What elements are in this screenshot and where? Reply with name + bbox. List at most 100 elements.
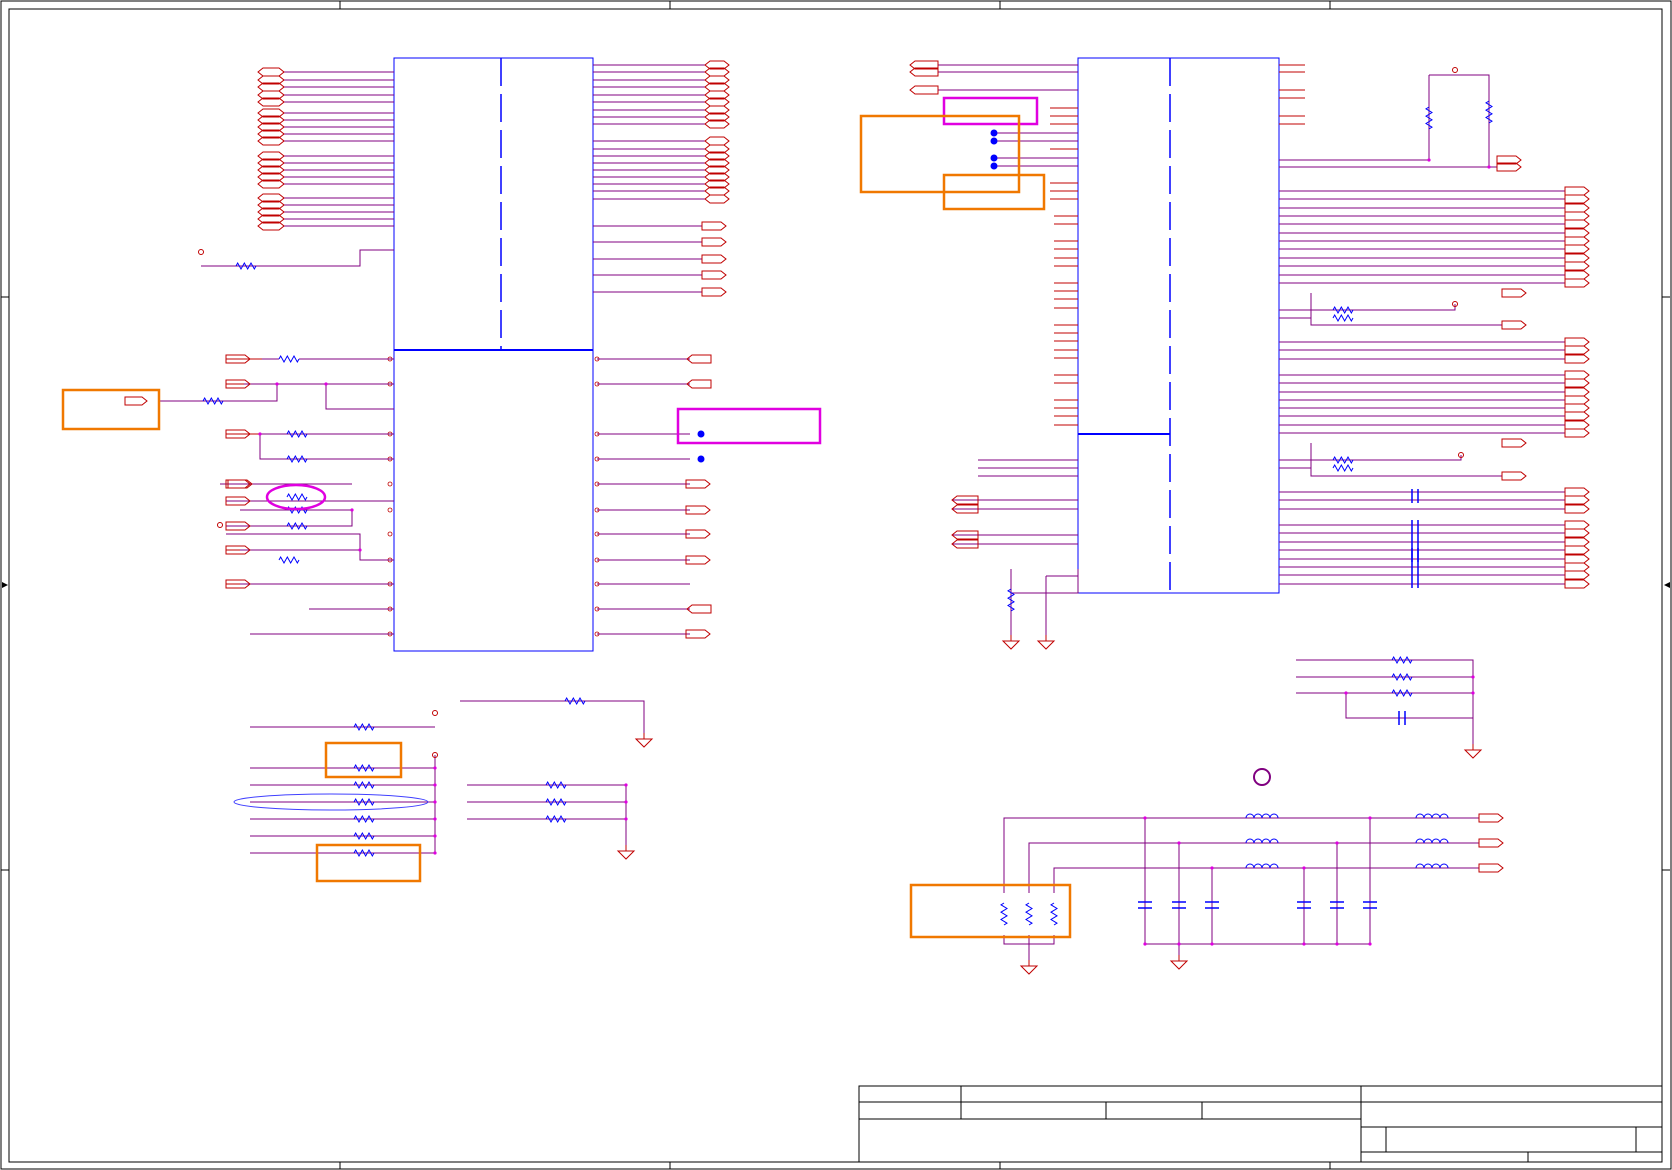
net-port[interactable] (1564, 554, 1590, 564)
net-port[interactable] (1564, 270, 1590, 280)
resistor[interactable] (1391, 688, 1413, 698)
net-port[interactable] (1564, 411, 1590, 421)
net-port[interactable] (1564, 579, 1590, 589)
net-port[interactable] (1564, 537, 1590, 547)
net-port[interactable] (1564, 403, 1590, 413)
inductor[interactable] (1415, 863, 1449, 869)
resistor[interactable] (1391, 672, 1413, 682)
net-port[interactable] (1564, 354, 1590, 364)
resistor[interactable] (1332, 455, 1354, 465)
net-port[interactable] (1564, 253, 1590, 263)
resistor[interactable] (1391, 655, 1413, 665)
net-port[interactable] (1564, 395, 1590, 405)
net-port[interactable] (1564, 370, 1590, 380)
resistor[interactable] (278, 555, 300, 565)
net-port[interactable] (1501, 320, 1527, 330)
resistor[interactable] (202, 396, 224, 406)
resistor[interactable] (353, 848, 375, 858)
resistor[interactable] (1332, 305, 1354, 315)
net-port[interactable] (1564, 528, 1590, 538)
net-port[interactable] (1501, 471, 1527, 481)
resistor[interactable] (286, 521, 308, 531)
net-port[interactable] (1564, 261, 1590, 271)
net-port[interactable] (1564, 244, 1590, 254)
resistor[interactable] (545, 814, 567, 824)
resistor[interactable] (1425, 106, 1433, 130)
net-port[interactable] (1564, 420, 1590, 430)
resistor[interactable] (286, 492, 308, 502)
net-port[interactable] (1564, 219, 1590, 229)
net-port[interactable] (1564, 504, 1590, 514)
resistor[interactable] (545, 780, 567, 790)
inductor[interactable] (1415, 838, 1449, 844)
ic-right[interactable] (1077, 57, 1280, 594)
inductor[interactable] (1245, 813, 1279, 819)
net-port[interactable] (1564, 428, 1590, 438)
net-port[interactable] (1478, 838, 1504, 848)
net-port[interactable] (1564, 211, 1590, 221)
resistor[interactable] (286, 429, 308, 439)
net-port[interactable] (1564, 495, 1590, 505)
resistor[interactable] (1000, 902, 1008, 926)
resistor[interactable] (564, 696, 586, 706)
net-port[interactable] (1501, 288, 1527, 298)
ic-left[interactable] (393, 57, 594, 652)
net-port[interactable] (701, 287, 727, 297)
net-port[interactable] (1564, 562, 1590, 572)
net-port[interactable] (701, 254, 727, 264)
net-port[interactable] (1564, 236, 1590, 246)
resistor[interactable] (1025, 902, 1033, 926)
resistor[interactable] (353, 780, 375, 790)
net-wires-right (978, 74, 1502, 744)
resistor[interactable] (1332, 313, 1354, 323)
net-port[interactable] (1564, 194, 1590, 204)
resistor[interactable] (1050, 902, 1058, 926)
net-port[interactable] (1564, 545, 1590, 555)
resistor[interactable] (1332, 463, 1354, 473)
net-port[interactable] (701, 237, 727, 247)
net-port[interactable] (1478, 863, 1504, 873)
resistor[interactable] (353, 814, 375, 824)
net-port[interactable] (686, 354, 712, 364)
resistor[interactable] (353, 797, 375, 807)
resistor[interactable] (353, 831, 375, 841)
net-port[interactable] (1564, 228, 1590, 238)
net-port[interactable] (704, 194, 730, 204)
net-port[interactable] (124, 396, 148, 406)
net-port[interactable] (1564, 203, 1590, 213)
net-port[interactable] (686, 379, 712, 389)
net-port[interactable] (701, 270, 727, 280)
net-port[interactable] (909, 85, 939, 95)
junction-dot (1302, 942, 1306, 946)
net-port[interactable] (1564, 278, 1590, 288)
resistor[interactable] (235, 261, 257, 271)
resistor[interactable] (278, 354, 300, 364)
net-port[interactable] (1501, 438, 1527, 448)
net-port[interactable] (701, 221, 727, 231)
inductor[interactable] (1245, 838, 1279, 844)
resistor[interactable] (1485, 100, 1493, 124)
net-port[interactable] (1564, 387, 1590, 397)
power-pin-icon (432, 710, 438, 716)
resistor[interactable] (545, 797, 567, 807)
net-port[interactable] (1564, 378, 1590, 388)
net-port[interactable] (1478, 813, 1504, 823)
net-port[interactable] (1564, 186, 1590, 196)
resistor[interactable] (286, 454, 308, 464)
resistor[interactable] (1007, 588, 1015, 612)
pin-marker (387, 481, 393, 487)
resistor[interactable] (353, 722, 375, 732)
net-port[interactable] (704, 136, 730, 146)
net-port[interactable] (1564, 570, 1590, 580)
junction-dot (433, 766, 437, 770)
net-port[interactable] (1564, 520, 1590, 530)
inductor[interactable] (1245, 863, 1279, 869)
net-port[interactable] (1564, 487, 1590, 497)
net-port[interactable] (257, 67, 285, 77)
resistor[interactable] (353, 763, 375, 773)
net-port[interactable] (1564, 345, 1590, 355)
inductor[interactable] (1415, 813, 1449, 819)
net-port[interactable] (686, 604, 712, 614)
net-port[interactable] (1564, 337, 1590, 347)
power-pin-icon (217, 522, 223, 528)
